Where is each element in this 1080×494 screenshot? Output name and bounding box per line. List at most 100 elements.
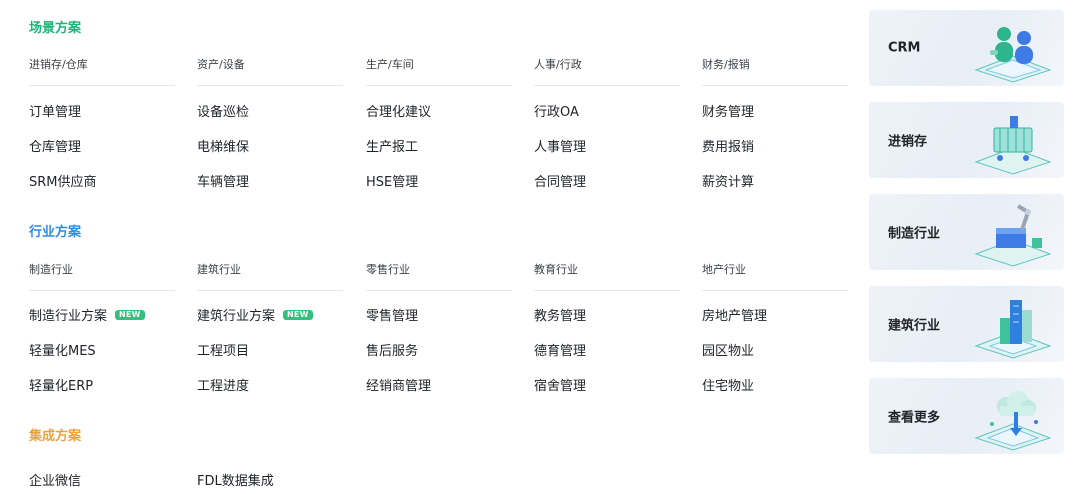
- menu-link-construction-solution[interactable]: 建筑行业方案 NEW: [197, 305, 313, 324]
- card-label: 制造行业: [888, 226, 941, 242]
- menu-link-equipment-inspection[interactable]: 设备巡检: [197, 101, 249, 120]
- section-title-industry: 行业方案: [29, 225, 82, 240]
- menu-link-label: 轻量化MES: [29, 344, 96, 359]
- menu-link-admin-oa[interactable]: 行政OA: [534, 101, 579, 120]
- menu-link-label: SRM供应商: [29, 175, 97, 190]
- new-badge: NEW: [283, 309, 313, 320]
- divider: [534, 85, 680, 86]
- menu-link-label: 建筑行业方案: [197, 309, 276, 324]
- menu-link-label: 薪资计算: [702, 175, 755, 190]
- menu-link-label: 订单管理: [29, 105, 82, 120]
- menu-link-hse-management[interactable]: HSE管理: [366, 171, 418, 190]
- menu-link-residential-property[interactable]: 住宅物业: [702, 375, 754, 394]
- cloud-more-icon: [974, 391, 1052, 451]
- menu-link-label: 教务管理: [534, 309, 587, 324]
- menu-link-label: 车辆管理: [197, 175, 250, 190]
- menu-link-label: 经销商管理: [366, 379, 432, 394]
- menu-link-warehouse-management[interactable]: 仓库管理: [29, 136, 81, 155]
- menu-link-retail-management[interactable]: 零售管理: [366, 305, 418, 324]
- menu-link-salary-calculation[interactable]: 薪资计算: [702, 171, 754, 190]
- menu-link-contract-management[interactable]: 合同管理: [534, 171, 586, 190]
- divider: [29, 290, 175, 291]
- category-label: 教育行业: [534, 263, 578, 276]
- menu-link-label: 房地产管理: [702, 309, 768, 324]
- card-label: 查看更多: [888, 410, 941, 426]
- menu-link-light-mes[interactable]: 轻量化MES: [29, 340, 96, 359]
- menu-link-finance-management[interactable]: 财务管理: [702, 101, 754, 120]
- menu-link-label: 人事管理: [534, 140, 587, 155]
- menu-link-label: 制造行业方案: [29, 309, 108, 324]
- shopping-cart-icon: [974, 116, 1052, 175]
- divider: [366, 290, 512, 291]
- menu-link-hr-management[interactable]: 人事管理: [534, 136, 586, 155]
- menu-link-vehicle-management[interactable]: 车辆管理: [197, 171, 249, 190]
- category-label: 建筑行业: [197, 263, 241, 276]
- menu-link-label: 轻量化ERP: [29, 379, 94, 394]
- crm-people-icon: [974, 27, 1052, 83]
- buildings-icon: [974, 300, 1052, 359]
- menu-link-label: 工程项目: [197, 344, 250, 359]
- divider: [702, 85, 848, 86]
- divider: [29, 85, 175, 86]
- divider: [702, 290, 848, 291]
- menu-link-light-erp[interactable]: 轻量化ERP: [29, 375, 93, 394]
- menu-link-moral-education[interactable]: 德育管理: [534, 340, 586, 359]
- new-badge: NEW: [115, 309, 145, 320]
- card-label: 建筑行业: [888, 318, 941, 334]
- menu-link-label: 德育管理: [534, 344, 587, 359]
- menu-link-label: 企业微信: [29, 474, 82, 489]
- menu-link-label: 零售管理: [366, 309, 419, 324]
- category-label: 制造行业: [29, 263, 73, 276]
- menu-link-elevator-maintenance[interactable]: 电梯维保: [197, 136, 249, 155]
- section-title-integration: 集成方案: [29, 429, 82, 444]
- category-label: 生产/车间: [366, 58, 414, 71]
- category-label: 资产/设备: [197, 58, 245, 71]
- card-view-more[interactable]: 查看更多: [869, 378, 1064, 454]
- menu-link-fdl-integration[interactable]: FDL数据集成: [197, 470, 274, 489]
- menu-link-label: 合同管理: [534, 175, 587, 190]
- robot-arm-icon: [974, 204, 1052, 267]
- menu-link-wecom[interactable]: 企业微信: [29, 470, 81, 489]
- menu-link-label: 生产报工: [366, 140, 419, 155]
- menu-link-label: 住宅物业: [702, 379, 755, 394]
- menu-link-label: 仓库管理: [29, 140, 82, 155]
- menu-link-engineering-progress[interactable]: 工程进度: [197, 375, 249, 394]
- menu-link-production-report[interactable]: 生产报工: [366, 136, 418, 155]
- menu-link-label: 行政OA: [534, 105, 579, 120]
- menu-link-dealer-management[interactable]: 经销商管理: [366, 375, 431, 394]
- card-label: 进销存: [888, 134, 928, 150]
- divider: [197, 85, 343, 86]
- divider: [197, 290, 343, 291]
- menu-link-expense-reimbursement[interactable]: 费用报销: [702, 136, 754, 155]
- menu-link-label: 宿舍管理: [534, 379, 587, 394]
- menu-link-engineering-project[interactable]: 工程项目: [197, 340, 249, 359]
- menu-link-park-property[interactable]: 园区物业: [702, 340, 754, 359]
- menu-link-dormitory[interactable]: 宿舍管理: [534, 375, 586, 394]
- section-title-scenario: 场景方案: [29, 21, 82, 36]
- card-label: CRM: [888, 40, 921, 56]
- menu-link-label: 园区物业: [702, 344, 755, 359]
- category-label: 进销存/仓库: [29, 58, 88, 71]
- menu-link-academic-affairs[interactable]: 教务管理: [534, 305, 586, 324]
- menu-link-label: 合理化建议: [366, 105, 432, 120]
- menu-link-real-estate[interactable]: 房地产管理: [702, 305, 767, 324]
- menu-link-order-management[interactable]: 订单管理: [29, 101, 81, 120]
- category-label: 地产行业: [702, 263, 746, 276]
- category-label: 零售行业: [366, 263, 410, 276]
- menu-link-label: 工程进度: [197, 379, 250, 394]
- category-label: 人事/行政: [534, 58, 582, 71]
- category-label: 财务/报销: [702, 58, 750, 71]
- menu-link-srm-supplier[interactable]: SRM供应商: [29, 171, 97, 190]
- menu-link-suggestions[interactable]: 合理化建议: [366, 101, 431, 120]
- menu-link-label: 财务管理: [702, 105, 755, 120]
- menu-link-label: 费用报销: [702, 140, 755, 155]
- menu-link-label: 设备巡检: [197, 105, 250, 120]
- card-crm[interactable]: CRM: [869, 10, 1064, 86]
- menu-link-after-sales[interactable]: 售后服务: [366, 340, 418, 359]
- card-construction[interactable]: 建筑行业: [869, 286, 1064, 362]
- card-inventory[interactable]: 进销存: [869, 102, 1064, 178]
- menu-link-label: 电梯维保: [197, 140, 250, 155]
- card-manufacturing[interactable]: 制造行业: [869, 194, 1064, 270]
- menu-link-label: 售后服务: [366, 344, 419, 359]
- menu-link-manufacturing-solution[interactable]: 制造行业方案 NEW: [29, 305, 145, 324]
